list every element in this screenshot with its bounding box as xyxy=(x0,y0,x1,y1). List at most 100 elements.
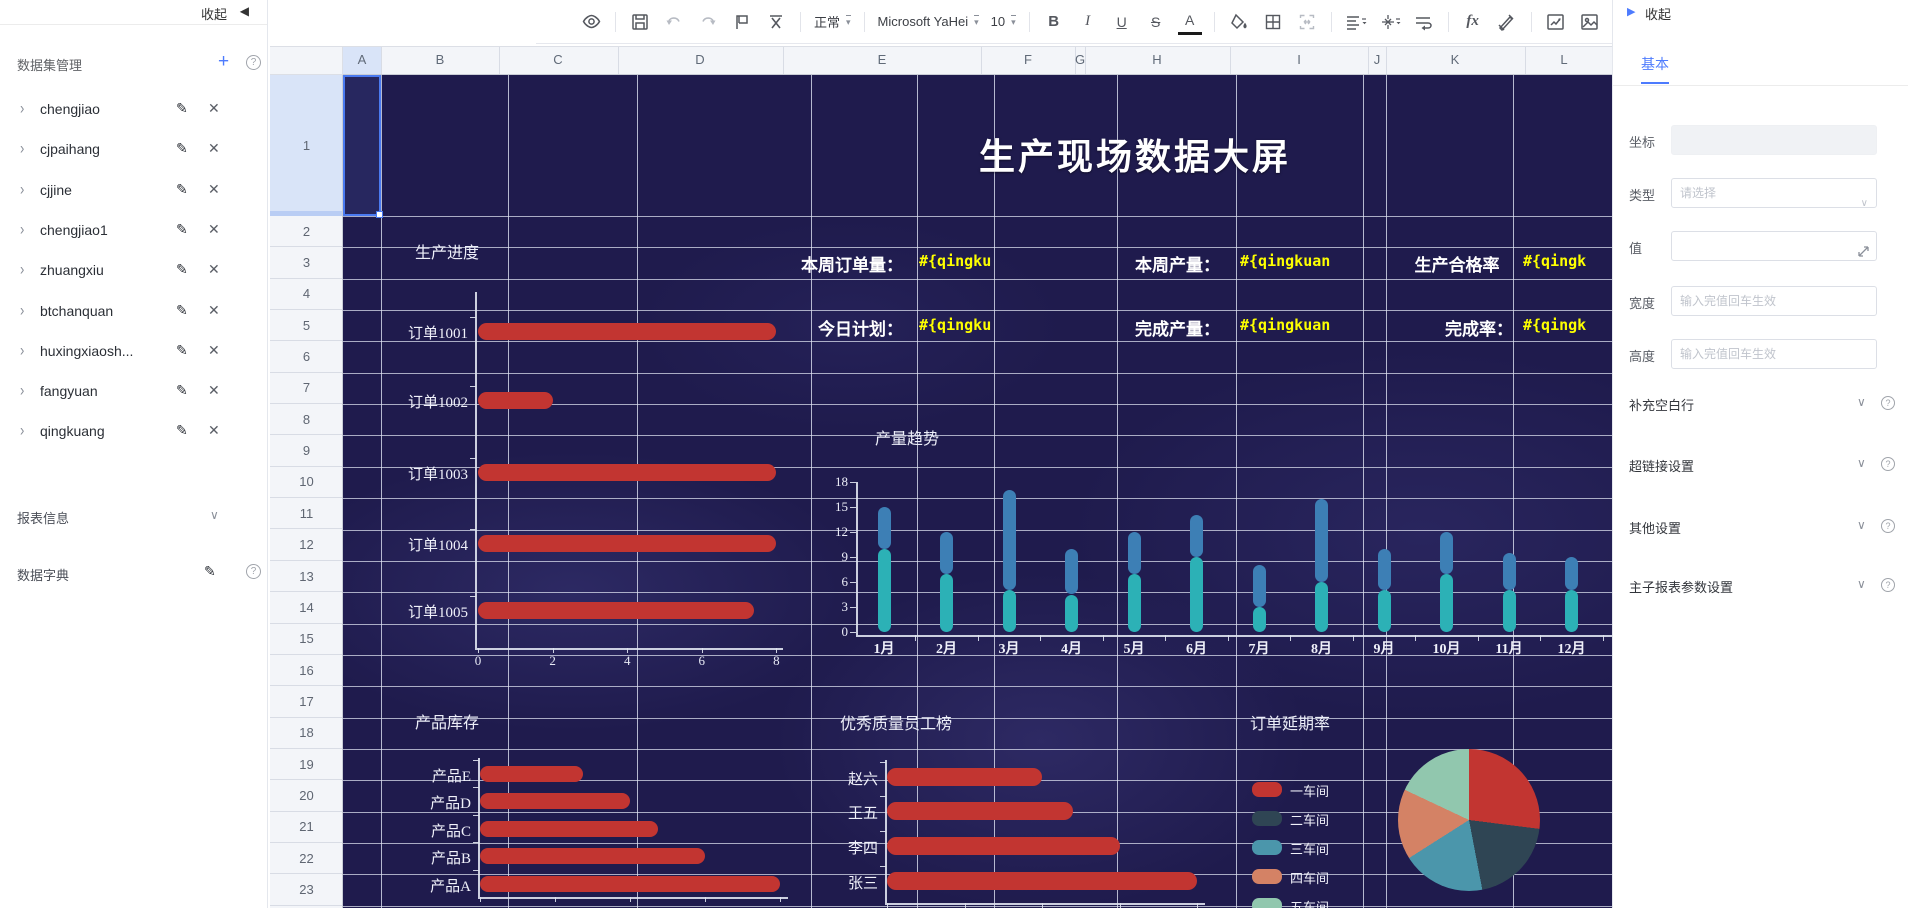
column-header-H[interactable]: H xyxy=(1152,52,1161,67)
sidebar-collapse-button[interactable]: 收起 xyxy=(201,4,227,23)
selected-cell-a1[interactable] xyxy=(343,75,381,216)
font-color-button[interactable]: A xyxy=(1178,9,1202,35)
edit-pencil-icon[interactable]: ✎ xyxy=(176,221,188,238)
chevron-right-icon[interactable]: › xyxy=(20,178,24,198)
add-dataset-button[interactable]: + xyxy=(218,55,229,69)
chevron-right-icon[interactable]: › xyxy=(20,138,24,158)
column-header-G[interactable]: G xyxy=(1075,52,1085,67)
row-header-7[interactable]: 7 xyxy=(270,373,343,404)
row-header-21[interactable]: 21 xyxy=(270,812,343,843)
chevron-down-icon[interactable]: ∨ xyxy=(1857,577,1866,591)
edit-pencil-icon[interactable]: ✎ xyxy=(176,261,188,278)
section-row-主子报表参数设置[interactable]: 主子报表参数设置∨? xyxy=(1613,577,1908,599)
row-header-23[interactable]: 23 xyxy=(270,874,343,905)
column-header-B[interactable]: B xyxy=(436,52,445,67)
delete-x-icon[interactable]: ✕ xyxy=(208,422,220,439)
column-header-D[interactable]: D xyxy=(695,52,704,67)
row-header-15[interactable]: 15 xyxy=(270,624,343,655)
delete-x-icon[interactable]: ✕ xyxy=(208,261,220,278)
chevron-right-icon[interactable]: › xyxy=(20,299,24,319)
chevron-right-icon[interactable]: › xyxy=(20,98,24,118)
save-icon[interactable] xyxy=(628,9,652,35)
data-dictionary-edit-icon[interactable]: ✎ xyxy=(204,563,216,580)
row-header-5[interactable]: 5 xyxy=(270,310,343,341)
bold-button[interactable]: B xyxy=(1042,9,1066,35)
selection-fill-handle[interactable] xyxy=(376,211,383,218)
delete-x-icon[interactable]: ✕ xyxy=(208,302,220,319)
sheet-canvas[interactable]: 生产进度订单1001订单1002订单1003订单1004订单100502468产… xyxy=(343,75,1612,908)
row-header-10[interactable]: 10 xyxy=(270,467,343,498)
report-info-chevron-down-icon[interactable]: ∨ xyxy=(210,508,219,522)
redo-icon[interactable] xyxy=(696,9,720,35)
dataset-item[interactable]: ›fangyuan✎✕ xyxy=(0,380,268,404)
row-header-16[interactable]: 16 xyxy=(270,655,343,686)
chevron-down-icon[interactable]: ∨ xyxy=(1857,456,1866,470)
edit-pencil-icon[interactable]: ✎ xyxy=(176,342,188,359)
strikethrough-button[interactable]: S xyxy=(1144,9,1168,35)
borders-icon[interactable] xyxy=(1261,9,1285,35)
edit-pencil-icon[interactable]: ✎ xyxy=(176,181,188,198)
panel-collapse-button[interactable]: 收起 xyxy=(1645,4,1671,23)
chevron-right-icon[interactable]: › xyxy=(20,219,24,239)
help-icon[interactable]: ? xyxy=(1881,396,1895,410)
help-icon[interactable]: ? xyxy=(1881,578,1895,592)
insert-chart-icon[interactable] xyxy=(1544,9,1568,35)
edit-pencil-icon[interactable]: ✎ xyxy=(176,100,188,117)
edit-pencil-icon[interactable]: ✎ xyxy=(176,382,188,399)
row-header-14[interactable]: 14 xyxy=(270,592,343,623)
delete-x-icon[interactable]: ✕ xyxy=(208,382,220,399)
vertical-align-dropdown[interactable] xyxy=(1378,9,1402,35)
format-painter-icon[interactable] xyxy=(730,9,754,35)
row-header-17[interactable]: 17 xyxy=(270,686,343,717)
delete-x-icon[interactable]: ✕ xyxy=(208,140,220,157)
row-header-18[interactable]: 18 xyxy=(270,718,343,749)
chevron-right-icon[interactable]: › xyxy=(20,420,24,440)
dataset-item[interactable]: ›chengjiao✎✕ xyxy=(0,98,268,122)
collapse-left-icon[interactable]: ◀ xyxy=(240,4,249,18)
delete-x-icon[interactable]: ✕ xyxy=(208,100,220,117)
column-header-I[interactable]: I xyxy=(1297,52,1301,67)
column-header-C[interactable]: C xyxy=(553,52,562,67)
row-header-12[interactable]: 12 xyxy=(270,530,343,561)
underline-button[interactable]: U xyxy=(1110,9,1134,35)
edit-pencil-icon[interactable]: ✎ xyxy=(176,140,188,157)
preview-eye-icon[interactable] xyxy=(579,9,603,35)
row-header-1[interactable]: 1 xyxy=(270,75,343,216)
row-header-19[interactable]: 19 xyxy=(270,749,343,780)
clear-format-icon[interactable] xyxy=(764,9,788,35)
field-input-值[interactable] xyxy=(1671,231,1877,261)
row-header-8[interactable]: 8 xyxy=(270,404,343,435)
dataset-item[interactable]: ›huxingxiaosh...✎✕ xyxy=(0,340,268,364)
dataset-item[interactable]: ›zhuangxiu✎✕ xyxy=(0,259,268,283)
chevron-right-icon[interactable]: › xyxy=(20,259,24,279)
delete-x-icon[interactable]: ✕ xyxy=(208,221,220,238)
tab-basic[interactable]: 基本 xyxy=(1641,54,1669,84)
dataset-item[interactable]: ›btchanquan✎✕ xyxy=(0,300,268,324)
row-header-6[interactable]: 6 xyxy=(270,341,343,372)
field-input-高度[interactable]: 输入完值回车生效 xyxy=(1671,339,1877,369)
help-icon[interactable]: ? xyxy=(1881,519,1895,533)
section-row-补充空白行[interactable]: 补充空白行∨? xyxy=(1613,395,1908,417)
collapse-right-icon[interactable]: ▶ xyxy=(1627,5,1635,18)
merge-cells-icon[interactable] xyxy=(1295,9,1319,35)
dataset-help-icon[interactable]: ? xyxy=(246,55,261,70)
font-size-dropdown[interactable]: 10 ▾ xyxy=(991,14,1016,29)
field-input-宽度[interactable]: 输入完值回车生效 xyxy=(1671,286,1877,316)
edit-pencil-icon[interactable]: ✎ xyxy=(176,302,188,319)
column-header-F[interactable]: F xyxy=(1024,52,1032,67)
dataset-item[interactable]: ›cjjine✎✕ xyxy=(0,179,268,203)
text-wrap-icon[interactable] xyxy=(1412,9,1436,35)
section-row-超链接设置[interactable]: 超链接设置∨? xyxy=(1613,456,1908,478)
delete-x-icon[interactable]: ✕ xyxy=(208,342,220,359)
conditional-format-icon[interactable] xyxy=(1495,9,1519,35)
row-headers[interactable]: 1234567891011121314151617181920212223 xyxy=(270,75,343,908)
dataset-item[interactable]: ›cjpaihang✎✕ xyxy=(0,138,268,162)
column-header-K[interactable]: K xyxy=(1451,52,1460,67)
delete-x-icon[interactable]: ✕ xyxy=(208,181,220,198)
row-header-9[interactable]: 9 xyxy=(270,435,343,466)
insert-image-icon[interactable] xyxy=(1578,9,1602,35)
italic-button[interactable]: I xyxy=(1076,9,1100,35)
row-header-20[interactable]: 20 xyxy=(270,780,343,811)
font-family-dropdown[interactable]: Microsoft YaHei ▾ xyxy=(878,14,979,29)
chevron-right-icon[interactable]: › xyxy=(20,380,24,400)
